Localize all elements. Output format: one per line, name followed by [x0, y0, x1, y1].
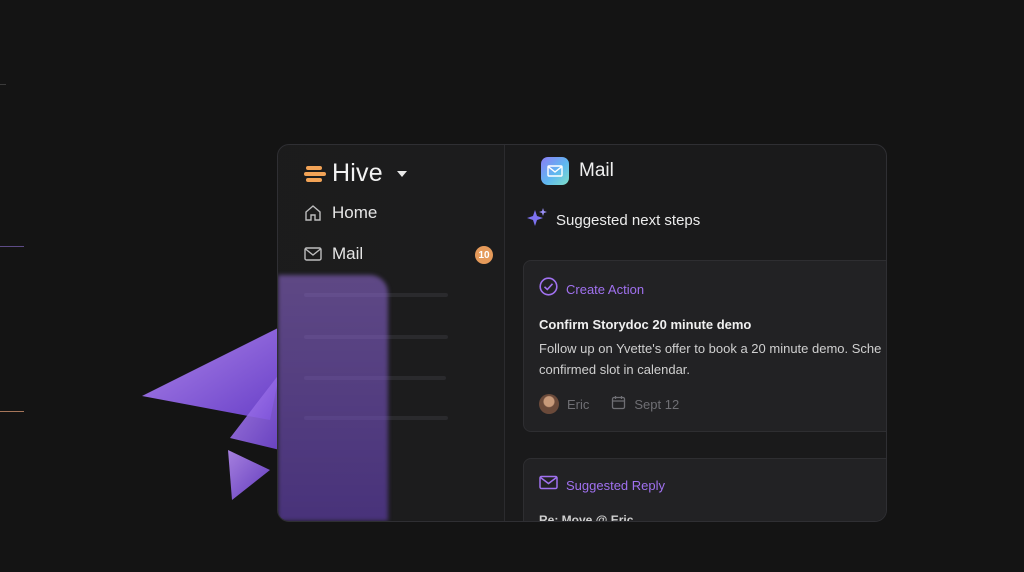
hive-logo-icon — [304, 163, 326, 185]
app-window: Hive Home Mail 10 Mail Suggested next st… — [277, 144, 887, 522]
chevron-down-icon — [396, 170, 407, 177]
reply-subject: Re: Move @ Eric — [539, 513, 634, 522]
card-header: Suggested Reply — [539, 475, 665, 495]
due-date: Sept 12 — [634, 396, 680, 412]
decorative-line-top — [0, 84, 6, 85]
mail-app-icon — [541, 157, 569, 185]
card-header: Create Action — [539, 277, 644, 301]
sidebar-item-label: Home — [332, 203, 378, 222]
decorative-line-orange — [0, 411, 24, 412]
mail-unread-badge: 10 — [475, 246, 493, 264]
decorative-line-purple — [0, 246, 24, 247]
sparkle-icon — [526, 207, 548, 234]
calendar-icon — [611, 395, 626, 413]
card-title: Confirm Storydoc 20 minute demo — [539, 317, 752, 332]
brand-name: Hive — [332, 159, 383, 187]
sidebar-item-home[interactable]: Home — [304, 203, 377, 223]
mail-header: Mail — [541, 157, 614, 185]
card-meta: Eric Sept 12 — [539, 394, 679, 414]
workspace-switcher[interactable]: Hive — [304, 159, 407, 188]
envelope-icon — [539, 475, 558, 495]
main-panel: Mail Suggested next steps Create Action … — [505, 145, 886, 521]
sidebar: Hive Home Mail 10 — [278, 145, 505, 521]
home-icon — [304, 204, 322, 222]
check-circle-icon — [539, 277, 558, 301]
card-description-line: confirmed slot in calendar. — [539, 362, 691, 377]
section-heading: Suggested next steps — [556, 212, 701, 229]
suggestion-card-action[interactable]: Create Action Confirm Storydoc 20 minute… — [523, 260, 886, 432]
suggestion-card-reply[interactable]: Suggested Reply Re: Move @ Eric — [523, 458, 886, 522]
card-description-line: Follow up on Yvette's offer to book a 20… — [539, 341, 882, 356]
avatar — [539, 394, 559, 414]
glass-overlay — [278, 275, 388, 521]
suggested-next-steps-heading: Suggested next steps — [526, 207, 700, 234]
page-title: Mail — [579, 160, 614, 181]
card-type-label: Create Action — [566, 281, 645, 297]
sidebar-item-label: Mail — [332, 244, 364, 263]
card-type-label: Suggested Reply — [566, 477, 666, 493]
sidebar-item-mail[interactable]: Mail — [304, 244, 363, 264]
card-description: Follow up on Yvette's offer to book a 20… — [539, 338, 886, 380]
assignee-name: Eric — [567, 396, 590, 412]
mail-icon — [304, 246, 322, 262]
